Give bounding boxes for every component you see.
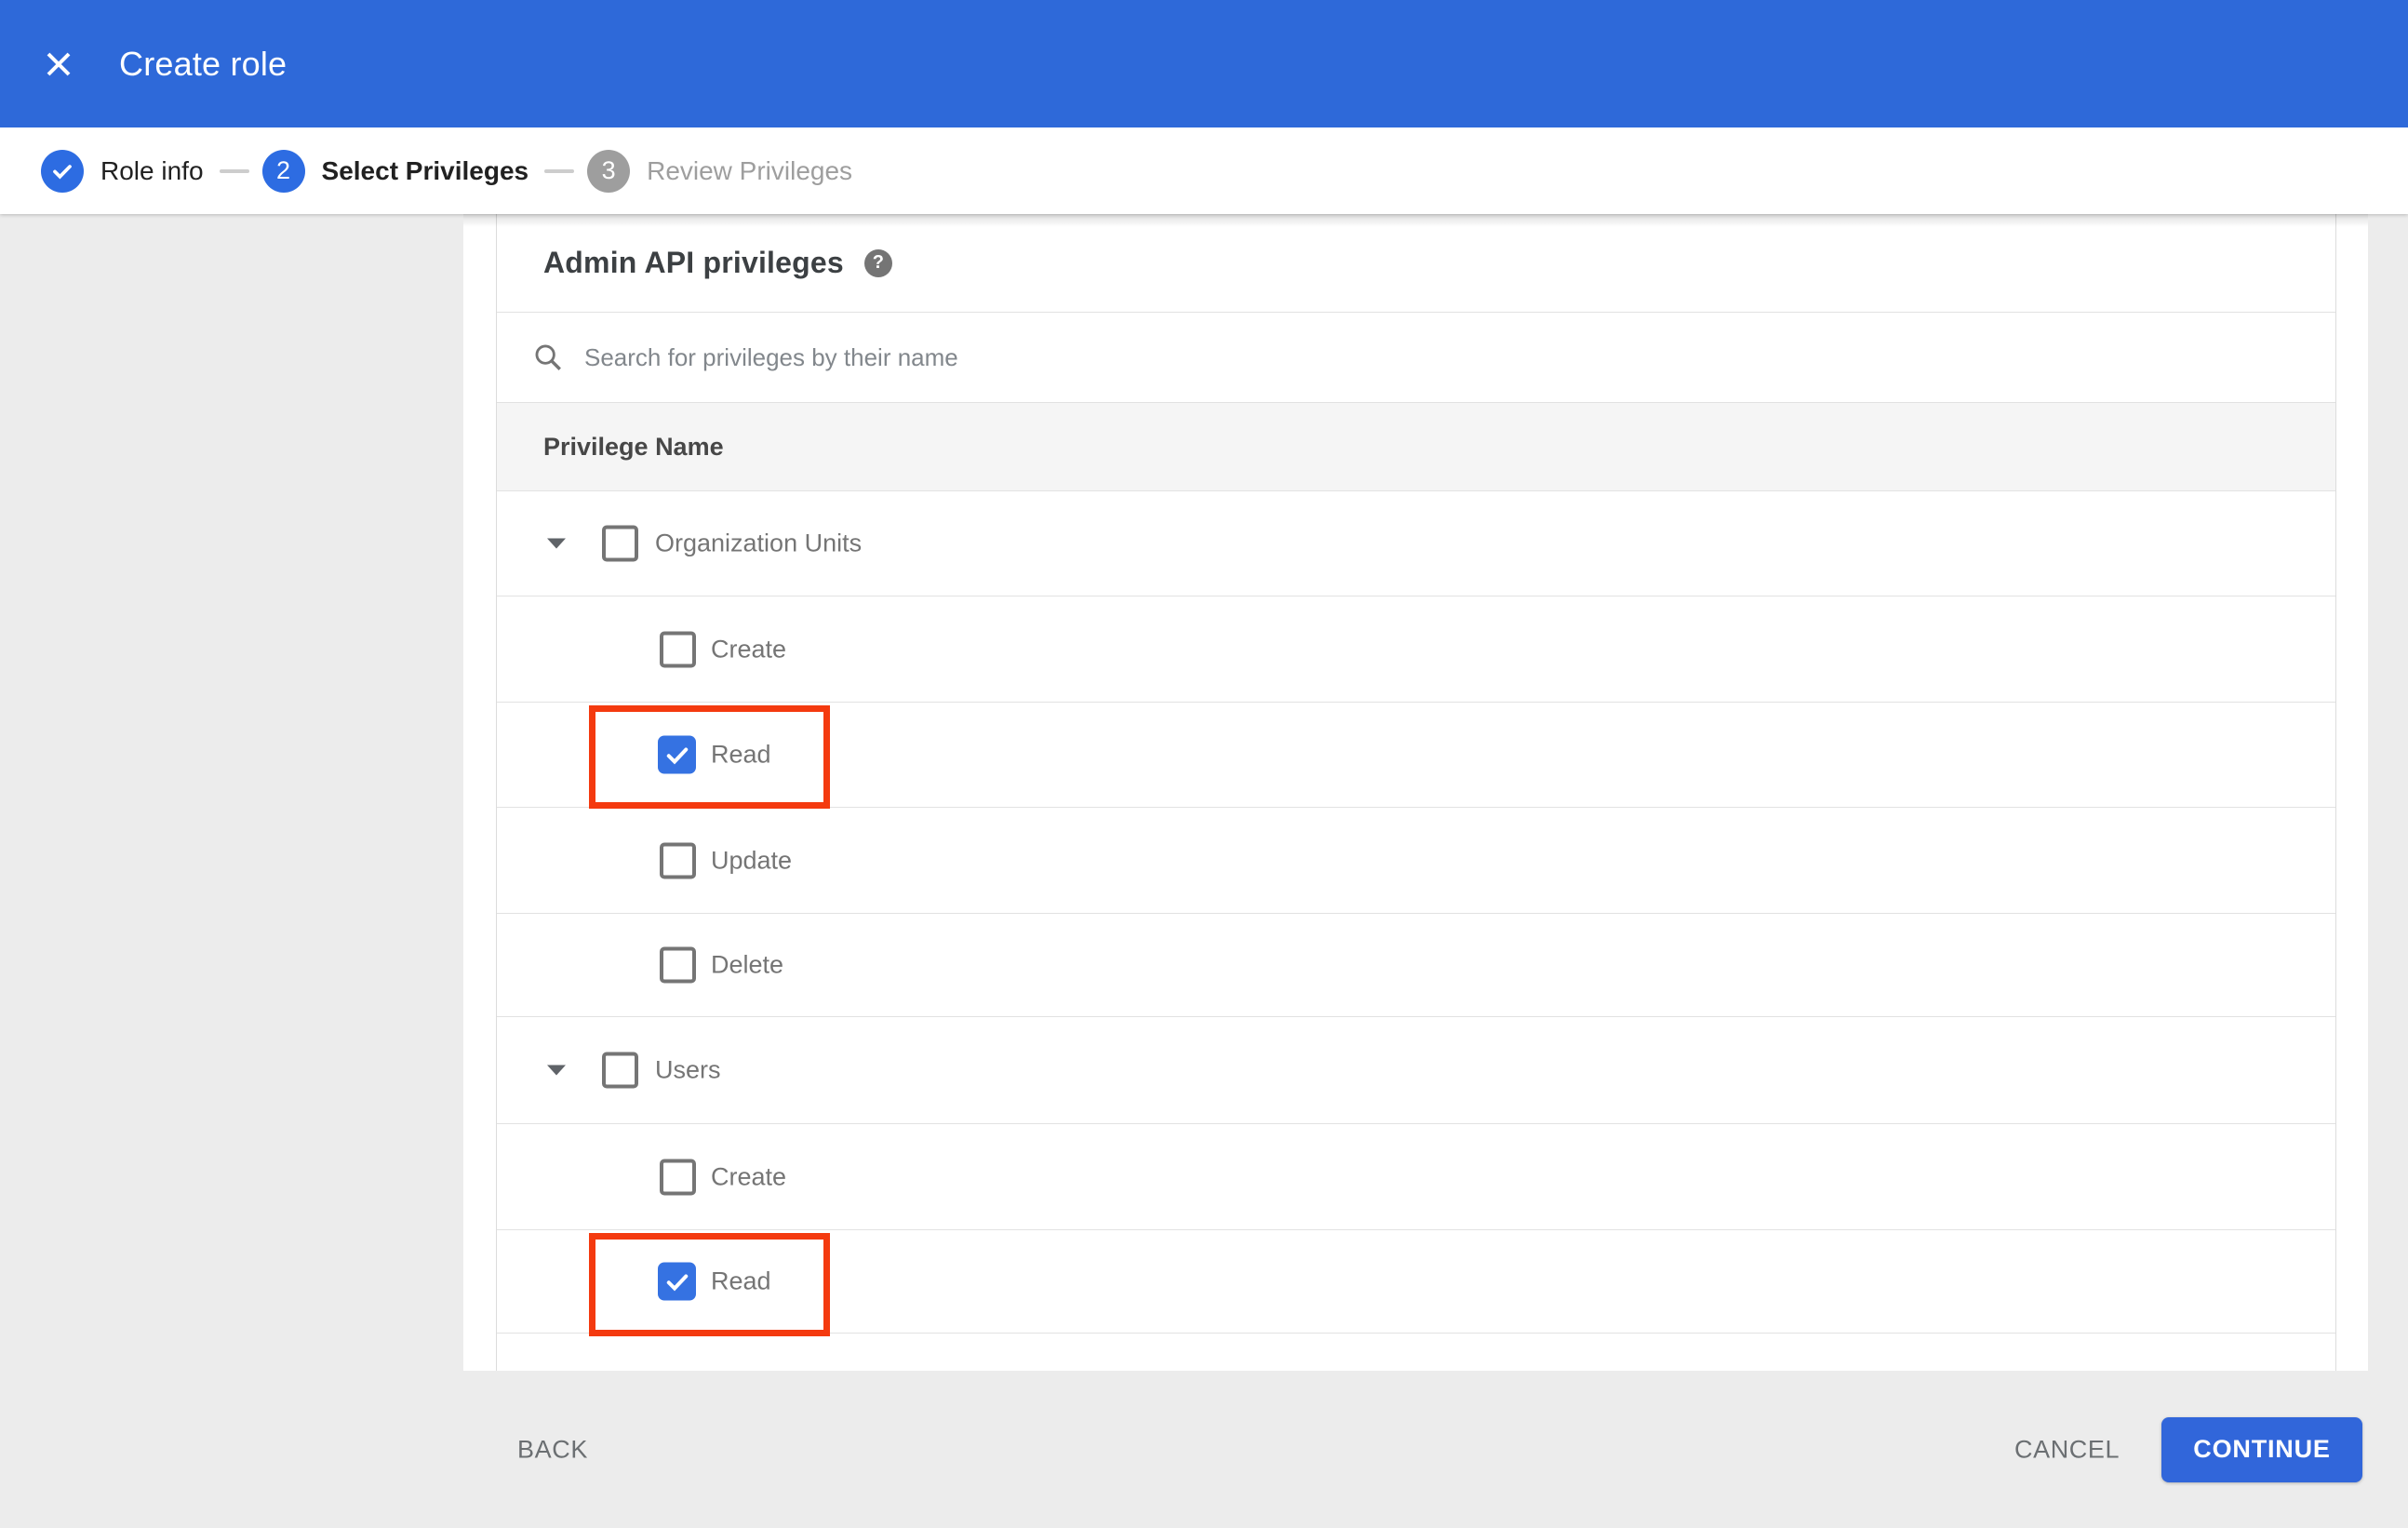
privilege-label: Update	[711, 846, 793, 874]
privilege-rows: Organization Units Create Read Update Delete…	[497, 491, 2335, 1336]
page-background: Admin API privileges ? Privilege Name Or…	[0, 214, 2408, 1528]
expander-icon[interactable]	[547, 538, 566, 549]
privilege-label: Read	[711, 1267, 771, 1295]
privilege-label: Create	[711, 1162, 787, 1190]
privilege-label: Create	[711, 635, 787, 663]
step1-label: Role info	[100, 155, 204, 185]
privilege-label: Users	[655, 1055, 721, 1084]
checkbox-read-checked[interactable]	[658, 735, 696, 774]
privilege-row-organization-units: Organization Units	[497, 491, 2335, 596]
checkbox-update-unchecked[interactable]	[660, 842, 696, 878]
privileges-card: Admin API privileges ? Privilege Name Or…	[496, 214, 2336, 1371]
help-icon[interactable]: ?	[863, 248, 892, 277]
step-separator	[544, 168, 575, 173]
continue-button[interactable]: CONTINUE	[2161, 1416, 2362, 1482]
checkbox-create-unchecked[interactable]	[660, 631, 696, 667]
table-header-row: Privilege Name	[497, 403, 2335, 491]
expander-icon[interactable]	[547, 1065, 566, 1076]
step2-circle: 2	[261, 149, 305, 193]
section-title: Admin API privileges	[543, 246, 844, 279]
search-icon	[532, 342, 564, 373]
checkbox-create-unchecked[interactable]	[660, 1159, 696, 1195]
privilege-row-delete: Delete	[497, 914, 2335, 1017]
privilege-label: Organization Units	[655, 529, 863, 557]
stepper: Role info 2 Select Privileges 3 Review P…	[0, 127, 2408, 214]
checkbox-organization-units-unchecked[interactable]	[602, 525, 638, 562]
step-select-privileges[interactable]: 2 Select Privileges	[261, 149, 529, 193]
step2-label: Select Privileges	[321, 155, 529, 185]
step1-check-icon	[41, 149, 84, 193]
close-icon[interactable]	[43, 48, 74, 80]
card-header: Admin API privileges ?	[497, 214, 2335, 312]
privilege-row-create: Create	[497, 1124, 2335, 1230]
step3-circle: 3	[587, 149, 631, 193]
step-separator	[219, 168, 249, 173]
privilege-row-update: Update	[497, 808, 2335, 914]
step-role-info[interactable]: Role info	[41, 149, 204, 193]
privilege-row-read: Read	[497, 703, 2335, 809]
highlight-box	[589, 1233, 830, 1336]
appbar: Create role	[0, 0, 2408, 127]
checkbox-delete-unchecked[interactable]	[660, 946, 696, 984]
checkbox-read-checked[interactable]	[658, 1262, 696, 1301]
privilege-label: Read	[711, 740, 771, 769]
privilege-label: Delete	[711, 950, 784, 979]
dialog-body: Admin API privileges ? Privilege Name Or…	[463, 214, 2368, 1371]
step-review-privileges[interactable]: 3 Review Privileges	[587, 149, 853, 193]
privilege-row-read: Read	[497, 1230, 2335, 1336]
step3-label: Review Privileges	[647, 155, 853, 185]
back-button[interactable]: BACK	[517, 1435, 588, 1464]
cancel-button[interactable]: CANCEL	[2014, 1435, 2120, 1464]
footer-bar: BACK CANCEL CONTINUE	[0, 1371, 2408, 1528]
privilege-row-users: Users	[497, 1017, 2335, 1124]
dialog-title: Create role	[119, 44, 288, 83]
privilege-row-create: Create	[497, 596, 2335, 703]
privilege-name-header: Privilege Name	[543, 432, 724, 461]
search-bar	[497, 312, 2335, 403]
checkbox-users-unchecked[interactable]	[602, 1052, 638, 1089]
highlight-box	[589, 705, 830, 809]
search-input[interactable]	[584, 342, 2335, 372]
